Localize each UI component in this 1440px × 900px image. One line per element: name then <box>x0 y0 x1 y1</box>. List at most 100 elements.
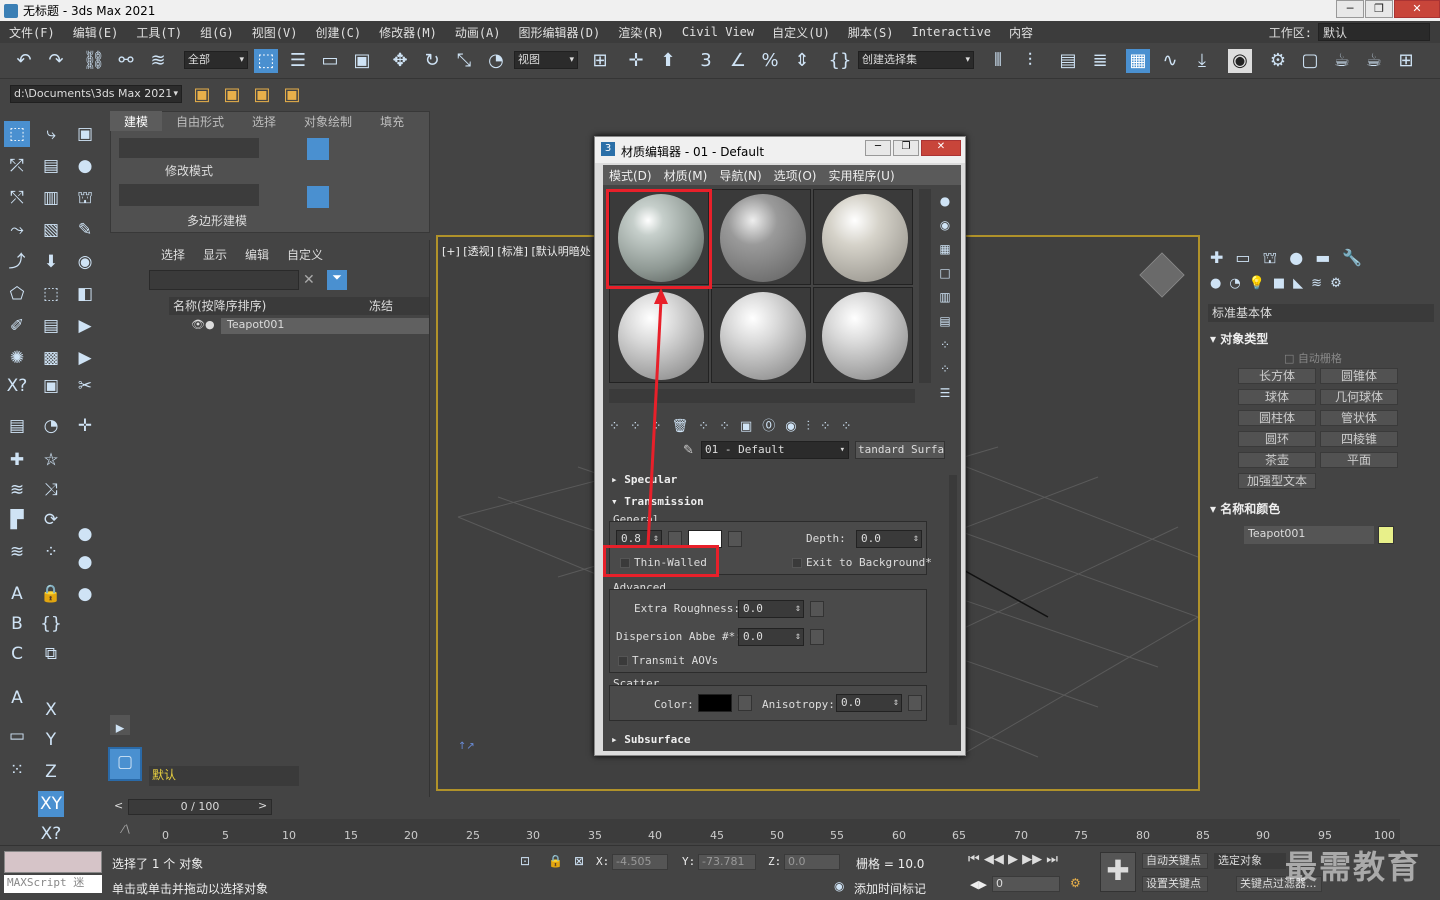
axis-y-icon[interactable]: Y <box>38 727 64 753</box>
btn-torus[interactable]: 圆环 <box>1238 431 1316 447</box>
window-crossing-icon[interactable]: ▣ <box>350 49 374 73</box>
project-settings-icon[interactable]: ▣ <box>280 83 304 107</box>
align-icon[interactable]: ⫶ <box>1018 49 1042 73</box>
select-toolbar-icon[interactable]: ⬚ <box>4 121 30 147</box>
ls-icon-26[interactable]: ✂ <box>72 373 98 399</box>
ls-icon-32[interactable]: ≋ <box>4 477 30 503</box>
maxscript-listener[interactable] <box>4 851 102 873</box>
command-panel-tabs[interactable]: ✚ ▭ ⛫ ● ▬ 🔧 <box>1210 248 1434 270</box>
tab-freeform[interactable]: 自由形式 <box>162 111 238 131</box>
btn-box[interactable]: 长方体 <box>1238 368 1316 384</box>
sample-tools-column[interactable]: ● ◉ ▦ □ ▥ ▤ ⁘ ⁘ ☰ <box>935 189 955 400</box>
mated-close-button[interactable]: ✕ <box>921 140 961 156</box>
add-time-tag[interactable]: 添加时间标记 <box>854 880 926 897</box>
material-editor-icon[interactable]: ◉ <box>1228 49 1252 73</box>
spinner-snap-icon[interactable]: ⇕ <box>790 49 814 73</box>
tab-selection[interactable]: 选择 <box>238 111 290 131</box>
ls-icon-39[interactable]: ● <box>72 549 98 575</box>
scene-tab-select[interactable]: 选择 <box>161 246 185 263</box>
material-slot-3[interactable] <box>813 189 913 285</box>
btn-cone[interactable]: 圆锥体 <box>1320 368 1398 384</box>
render-icon[interactable]: ☕ <box>1330 49 1354 73</box>
rollout-name-color[interactable]: ▾ 名称和颜色 <box>1210 500 1280 518</box>
named-selection-dropdown[interactable]: 创建选择集 <box>858 51 974 69</box>
ls-icon-30[interactable]: ✚ <box>4 447 30 473</box>
geometry-icon[interactable]: ● <box>1210 276 1221 296</box>
eyedropper-icon[interactable]: ✎ <box>683 443 694 458</box>
dispersion-map-button[interactable] <box>810 629 824 645</box>
render-setup-icon[interactable]: ⚙ <box>1266 49 1290 73</box>
scene-search-input[interactable] <box>149 270 299 290</box>
filter-icon[interactable]: ⏷ <box>327 270 347 290</box>
ls-icon-12[interactable]: ⤴ <box>4 249 30 275</box>
ls-icon-13[interactable]: ⬇ <box>38 249 64 275</box>
exit-to-background-label[interactable]: Exit to Background* <box>806 556 932 569</box>
layer-explorer-icon[interactable]: ≣ <box>1088 49 1112 73</box>
mated-maximize-button[interactable]: ❐ <box>893 140 919 156</box>
rollout-transmission[interactable]: ▾ Transmission <box>611 495 704 513</box>
depth-spinner[interactable]: 0.0 <box>856 530 922 548</box>
ls-icon-25[interactable]: ▣ <box>38 373 64 399</box>
modify-buttons[interactable] <box>119 184 259 206</box>
create-tab-icon[interactable]: ✚ <box>1210 248 1223 270</box>
object-color-swatch[interactable] <box>1378 526 1394 544</box>
y-coord-field[interactable]: -73.781 <box>698 854 756 870</box>
ls-icon-2[interactable]: ▣ <box>72 121 98 147</box>
ls-icon-29[interactable]: ✛ <box>72 413 98 439</box>
ls-icon-28[interactable]: ◔ <box>38 413 64 439</box>
color-map-button[interactable] <box>728 531 742 547</box>
spacewarps-icon[interactable]: ≋ <box>1311 276 1322 296</box>
menu-customize[interactable]: 自定义(U) <box>763 24 839 41</box>
keyboard-shortcut-icon[interactable]: ⬆ <box>656 49 680 73</box>
frame-ruler[interactable]: 0 5 10 15 20 25 30 35 40 45 50 55 60 65 … <box>160 819 1400 843</box>
scatter-color-swatch[interactable] <box>698 694 732 712</box>
menu-interactive[interactable]: Interactive <box>903 25 1000 39</box>
slot-horizontal-scrollbar[interactable] <box>609 389 915 403</box>
rotate-icon[interactable]: ↻ <box>420 49 444 73</box>
set-key-icon[interactable]: ✚ <box>1100 852 1136 892</box>
ls-icon-42[interactable]: {} <box>38 611 64 637</box>
ls-icon-4[interactable]: ▤ <box>38 153 64 179</box>
prev-frame-icon[interactable]: < <box>114 799 123 812</box>
minimize-button[interactable]: ─ <box>1336 0 1364 18</box>
link-icon[interactable]: ⛓ <box>82 49 106 73</box>
axis-x-icon[interactable]: X <box>38 697 64 723</box>
create-project-icon[interactable]: ▣ <box>250 83 274 107</box>
ls-icon-35[interactable]: ⟳ <box>38 507 64 533</box>
key-mode-dropdown[interactable]: 选定对象 <box>1214 853 1286 869</box>
rollout-object-type[interactable]: ▾ 对象类型 <box>1210 330 1268 348</box>
ls-icon-44[interactable]: ⧉ <box>38 641 64 667</box>
scene-item-teapot[interactable]: Teapot001 <box>221 318 429 334</box>
ls-icon-24[interactable]: X? <box>4 373 30 399</box>
utilities-tab-icon[interactable]: 🔧 <box>1342 248 1362 270</box>
redo-icon[interactable]: ↷ <box>44 49 68 73</box>
btn-pyramid[interactable]: 四棱锥 <box>1320 431 1398 447</box>
dispersion-spinner[interactable]: 0.0 <box>738 628 804 646</box>
rendered-frame-icon[interactable]: ▢ <box>1298 49 1322 73</box>
subobject-buttons[interactable] <box>119 138 259 158</box>
btn-cylinder[interactable]: 圆柱体 <box>1238 410 1316 426</box>
slot-vertical-scrollbar[interactable] <box>919 189 931 383</box>
transmit-aovs-label[interactable]: Transmit AOVs <box>632 654 718 667</box>
btn-plane[interactable]: 平面 <box>1320 452 1398 468</box>
ls-icon-10[interactable]: ▧ <box>38 217 64 243</box>
material-slot-2[interactable] <box>711 189 811 285</box>
scale-icon[interactable]: ⤡ <box>452 49 476 73</box>
ls-icon-27[interactable]: ▤ <box>4 413 30 439</box>
mated-menu-mode[interactable]: 模式(D) <box>603 165 658 185</box>
menu-group[interactable]: 组(G) <box>191 24 243 41</box>
menu-file[interactable]: 文件(F) <box>0 24 64 41</box>
ls-icon-46[interactable]: ▭ <box>4 723 30 749</box>
btn-tube[interactable]: 管状体 <box>1320 410 1398 426</box>
mirror-icon[interactable]: ⫴ <box>986 49 1010 73</box>
tab-modeling[interactable]: 建模 <box>110 111 163 131</box>
ls-icon-8[interactable]: ⛫ <box>72 185 98 211</box>
place-icon[interactable]: ◔ <box>484 49 508 73</box>
clear-search-icon[interactable]: ✕ <box>303 272 315 288</box>
autogrid-checkbox[interactable]: □ 自动栅格 <box>1284 350 1342 366</box>
mated-menu-utilities[interactable]: 实用程序(U) <box>822 165 900 185</box>
material-type-button[interactable]: tandard Surfac <box>855 441 945 459</box>
ls-icon-20[interactable]: ▶ <box>72 313 98 339</box>
mated-menu-options[interactable]: 选项(O) <box>768 165 823 185</box>
ls-icon-11[interactable]: ✎ <box>72 217 98 243</box>
